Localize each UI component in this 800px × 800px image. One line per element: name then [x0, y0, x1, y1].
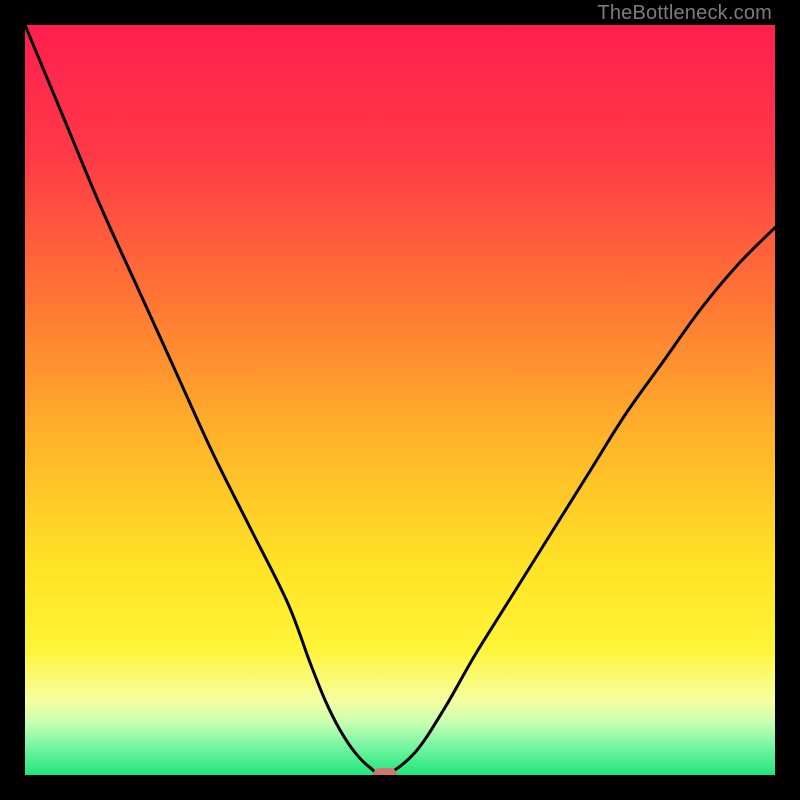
optimum-marker	[373, 768, 397, 775]
watermark-text: TheBottleneck.com	[597, 2, 772, 25]
bottleneck-curve	[25, 25, 775, 775]
chart-frame: TheBottleneck.com	[0, 0, 800, 800]
plot-area	[25, 25, 775, 775]
